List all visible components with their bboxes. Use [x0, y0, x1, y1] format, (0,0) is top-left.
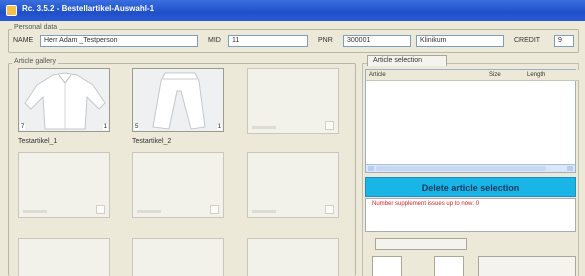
- article-1-count-left: 7: [20, 124, 26, 130]
- tile-checkbox: [210, 205, 219, 214]
- mid-label: MID: [208, 37, 221, 44]
- action-button[interactable]: [375, 238, 467, 250]
- location-field[interactable]: Klinikum: [416, 35, 504, 47]
- article-2-count-right: 1: [216, 124, 222, 130]
- input-box-2[interactable]: [434, 256, 464, 276]
- pnr-label: PNR: [318, 37, 333, 44]
- shirt-image: [19, 69, 109, 131]
- tile-checkbox: [96, 205, 105, 214]
- article-2-caption: Testartikel_2: [132, 138, 172, 145]
- column-header-length[interactable]: Length: [524, 70, 579, 81]
- scroll-right-arrow-icon[interactable]: [567, 166, 573, 171]
- column-header-article[interactable]: Article: [366, 70, 490, 81]
- article-tile-4[interactable]: [18, 152, 110, 218]
- delete-article-selection-button[interactable]: Delete article selection: [365, 177, 576, 197]
- article-tile-7[interactable]: [18, 238, 110, 276]
- scroll-thumb[interactable]: [376, 166, 546, 171]
- article-2-count-left: 5: [134, 124, 140, 130]
- confirm-button[interactable]: [478, 256, 576, 276]
- name-label: NAME: [13, 37, 34, 44]
- tab-article-selection[interactable]: Article selection: [367, 55, 447, 66]
- pnr-field[interactable]: 300001: [343, 35, 411, 47]
- article-gallery-legend: Article gallery: [12, 58, 59, 65]
- article-tile-5[interactable]: [132, 152, 224, 218]
- tile-placeholder: [252, 210, 276, 213]
- mid-field[interactable]: 11: [228, 35, 308, 47]
- article-1-caption: Testartikel_1: [18, 138, 58, 145]
- input-box-1[interactable]: [372, 256, 402, 276]
- article-tile-9[interactable]: [247, 238, 339, 276]
- tile-checkbox: [325, 121, 334, 130]
- tile-placeholder: [137, 210, 161, 213]
- article-tile-1[interactable]: 7 1: [18, 68, 110, 132]
- app-icon: [6, 5, 17, 16]
- name-field[interactable]: Herr Adam _Testperson: [40, 35, 198, 47]
- article-tile-3[interactable]: [247, 68, 339, 134]
- article-tile-6[interactable]: [247, 152, 339, 218]
- article-selection-list[interactable]: Article Size Length: [365, 69, 579, 173]
- tile-placeholder: [252, 126, 276, 129]
- credit-field[interactable]: 9: [554, 35, 574, 47]
- article-tile-8[interactable]: [132, 238, 224, 276]
- article-tile-2[interactable]: 5 1: [132, 68, 224, 132]
- scroll-left-arrow-icon[interactable]: [368, 166, 374, 171]
- tile-checkbox: [325, 205, 334, 214]
- article-1-count-right: 1: [102, 124, 108, 130]
- supplement-message: Number supplement issues up to now: 0: [365, 198, 576, 232]
- personal-data-legend: Personal data: [12, 24, 60, 31]
- window-title: Rc. 3.5.2 - Bestellartikel-Auswahl-1: [22, 4, 155, 13]
- tab-article-selection-label: Article selection: [373, 57, 423, 64]
- credit-label: CREDIT: [514, 37, 541, 44]
- tile-placeholder: [23, 210, 47, 213]
- horizontal-scrollbar[interactable]: [366, 164, 575, 172]
- column-header-size[interactable]: Size: [486, 70, 528, 81]
- trousers-image: [133, 69, 223, 131]
